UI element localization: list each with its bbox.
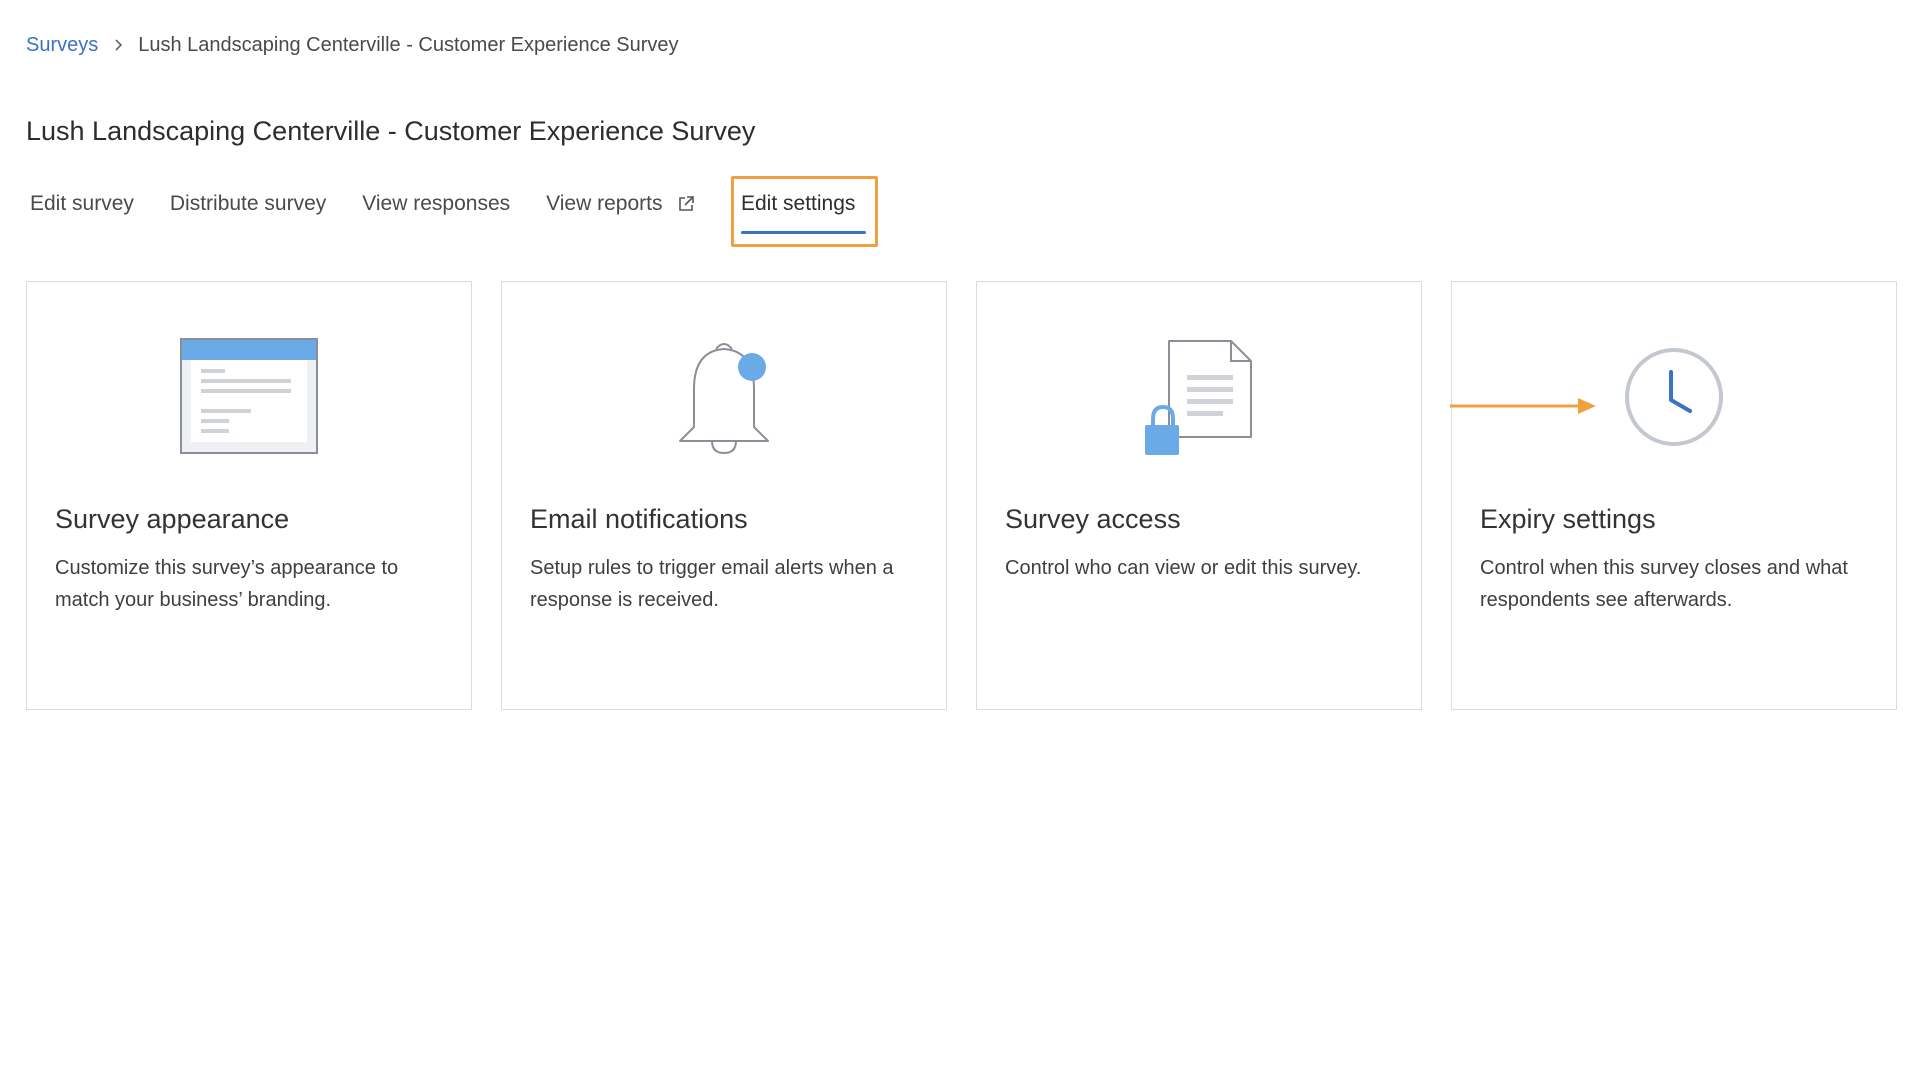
tab-view-reports-label: View reports	[546, 192, 663, 215]
card-description: Customize this survey’s appearance to ma…	[55, 557, 399, 611]
locked-document-icon	[977, 337, 1421, 462]
tab-edit-settings[interactable]: Edit settings	[741, 192, 855, 216]
breadcrumb-surveys-link[interactable]: Surveys	[26, 34, 98, 57]
active-tab-indicator	[741, 231, 866, 234]
card-title: Survey appearance	[55, 504, 290, 534]
card-description: Control who can view or edit this survey…	[1005, 557, 1362, 579]
chevron-right-icon	[105, 32, 131, 58]
breadcrumb-current: Lush Landscaping Centerville - Customer …	[138, 33, 679, 56]
card-title: Survey access	[1005, 504, 1181, 534]
card-email-notifications[interactable]: Email notifications Setup rules to trigg…	[501, 281, 947, 710]
tab-view-reports[interactable]: View reports	[546, 192, 696, 216]
breadcrumb: Surveys Lush Landscaping Centerville - C…	[26, 32, 679, 58]
card-description: Control when this survey closes and what…	[1480, 557, 1848, 611]
card-survey-access[interactable]: Survey access Control who can view or ed…	[976, 281, 1422, 710]
annotation-arrow-icon	[1450, 396, 1598, 416]
card-description: Setup rules to trigger email alerts when…	[530, 557, 894, 611]
browser-window-icon	[27, 337, 471, 462]
tab-view-responses[interactable]: View responses	[362, 192, 510, 216]
tab-edit-survey[interactable]: Edit survey	[30, 192, 134, 216]
card-title: Expiry settings	[1480, 504, 1656, 534]
external-link-icon	[676, 194, 696, 214]
card-title: Email notifications	[530, 504, 748, 534]
tab-distribute-survey[interactable]: Distribute survey	[170, 192, 326, 216]
card-expiry-settings[interactable]: Expiry settings Control when this survey…	[1451, 281, 1897, 710]
bell-notification-icon	[502, 337, 946, 462]
settings-cards: Survey appearance Customize this survey’…	[26, 281, 1897, 710]
card-survey-appearance[interactable]: Survey appearance Customize this survey’…	[26, 281, 472, 710]
page-title: Lush Landscaping Centerville - Customer …	[26, 116, 756, 146]
tab-bar: Edit survey Distribute survey View respo…	[30, 192, 732, 216]
